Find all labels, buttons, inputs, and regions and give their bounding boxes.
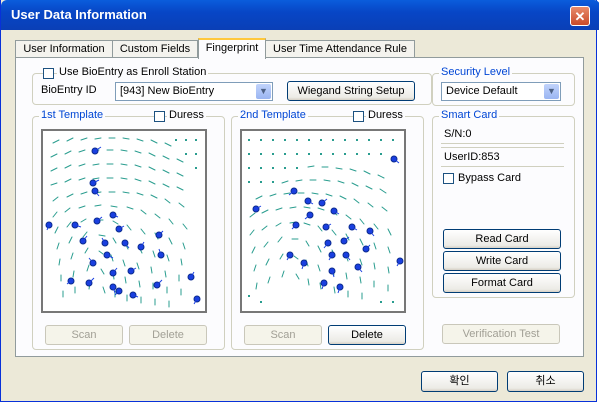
dialog-window: User Data Information ✕ User Information… <box>0 0 599 402</box>
serial-number-field: S/N:0 <box>441 125 564 144</box>
tab-label: Custom Fields <box>119 43 191 55</box>
template2-scan-button[interactable]: Scan <box>244 325 322 345</box>
wiegand-string-setup-button[interactable]: Wiegand String Setup <box>287 81 415 101</box>
template1-duress-checkbox[interactable] <box>154 111 165 122</box>
use-bioentry-label: Use BioEntry as Enroll Station <box>57 66 209 78</box>
template2-duress-checkbox[interactable] <box>353 111 364 122</box>
template2-group: 2nd Template Duress Scan Delete <box>231 109 424 350</box>
bioentry-id-label: BioEntry ID <box>41 84 97 96</box>
template1-fingerprint-image <box>41 129 207 313</box>
smart-card-group: Smart Card S/N:0 UserID:853 Bypass Card … <box>432 109 575 298</box>
security-level-select[interactable]: Device Default ▼ <box>441 82 561 101</box>
chevron-down-icon: ▼ <box>256 84 271 99</box>
template1-scan-button[interactable]: Scan <box>45 325 123 345</box>
template1-title: 1st Template <box>39 109 106 121</box>
window-title: User Data Information <box>11 7 147 22</box>
tab-user-information[interactable]: User Information <box>15 40 113 58</box>
security-level-group: Security Level Device Default ▼ <box>432 66 575 106</box>
use-bioentry-checkbox[interactable] <box>43 68 54 79</box>
ok-button[interactable]: 확인 <box>421 371 498 392</box>
tab-custom-fields[interactable]: Custom Fields <box>112 40 198 58</box>
template2-duress-label: Duress <box>366 109 405 121</box>
write-card-button[interactable]: Write Card <box>443 251 561 271</box>
close-icon: ✕ <box>574 9 586 24</box>
template2-delete-button[interactable]: Delete <box>328 325 406 345</box>
template2-fingerprint-image <box>240 129 406 313</box>
bypass-card-checkbox[interactable] <box>443 173 454 184</box>
cancel-button[interactable]: 취소 <box>507 371 584 392</box>
read-card-button[interactable]: Read Card <box>443 229 561 249</box>
bioentry-id-select[interactable]: [943] New BioEntry ▼ <box>115 82 273 101</box>
verification-test-button[interactable]: Verification Test <box>442 324 560 344</box>
tab-label: User Information <box>23 43 105 55</box>
userid-field: UserID:853 <box>441 147 564 167</box>
template1-duress-label: Duress <box>167 109 206 121</box>
smart-card-title: Smart Card <box>439 109 500 121</box>
bypass-card-label: Bypass Card <box>458 172 521 184</box>
security-level-title: Security Level <box>439 66 513 78</box>
template1-delete-button[interactable]: Delete <box>129 325 207 345</box>
bioentry-id-value: [943] New BioEntry <box>120 85 215 97</box>
enroll-station-group: Use BioEntry as Enroll Station BioEntry … <box>32 66 432 105</box>
chevron-down-icon: ▼ <box>544 84 559 99</box>
tab-label: Fingerprint <box>205 42 259 54</box>
close-button[interactable]: ✕ <box>570 6 590 26</box>
tab-user-time-attendance-rule[interactable]: User Time Attendance Rule <box>265 40 415 58</box>
title-bar[interactable]: User Data Information ✕ <box>1 0 599 30</box>
security-level-value: Device Default <box>446 85 518 97</box>
fingerprint-panel: Use BioEntry as Enroll Station BioEntry … <box>15 57 584 357</box>
template1-group: 1st Template Duress Scan Delete <box>32 109 225 350</box>
tab-label: User Time Attendance Rule <box>273 43 407 55</box>
format-card-button[interactable]: Format Card <box>443 273 561 293</box>
template2-title: 2nd Template <box>238 109 308 121</box>
tab-fingerprint[interactable]: Fingerprint <box>198 38 266 59</box>
